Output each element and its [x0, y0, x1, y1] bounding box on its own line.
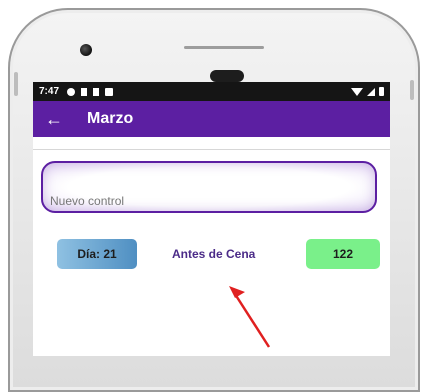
earpiece	[210, 70, 244, 82]
moment-label: Antes de Cena	[172, 247, 256, 261]
front-camera-icon	[80, 44, 92, 56]
signal-icon	[367, 87, 375, 96]
back-arrow-icon[interactable]: ←	[45, 110, 69, 128]
battery-icon	[379, 87, 384, 96]
page-title: Marzo	[87, 110, 134, 127]
appbar-divider	[33, 137, 390, 150]
phone-screen: 7:47 ← Marzo Nuevo control Día: 21 Antes…	[33, 82, 390, 356]
settings-icon	[67, 87, 76, 96]
phone-side-button-right	[410, 80, 414, 100]
status-bar: 7:47	[33, 82, 390, 101]
new-control-placeholder: Nuevo control	[50, 194, 125, 208]
sd-card-icon	[105, 87, 114, 96]
phone-side-button-left	[14, 72, 18, 96]
day-badge: Día: 21	[57, 239, 137, 269]
status-icons-right	[351, 87, 384, 96]
status-icons-left	[67, 87, 114, 96]
notification-icon	[93, 87, 100, 96]
speaker-grille	[184, 46, 264, 49]
app-bar: ← Marzo	[33, 101, 390, 137]
status-time: 7:47	[39, 86, 60, 97]
glucose-value-badge: 122	[306, 239, 380, 269]
notification-icon	[81, 87, 88, 96]
reading-row[interactable]: Día: 21 Antes de Cena 122	[57, 239, 380, 271]
wifi-icon	[351, 87, 363, 96]
